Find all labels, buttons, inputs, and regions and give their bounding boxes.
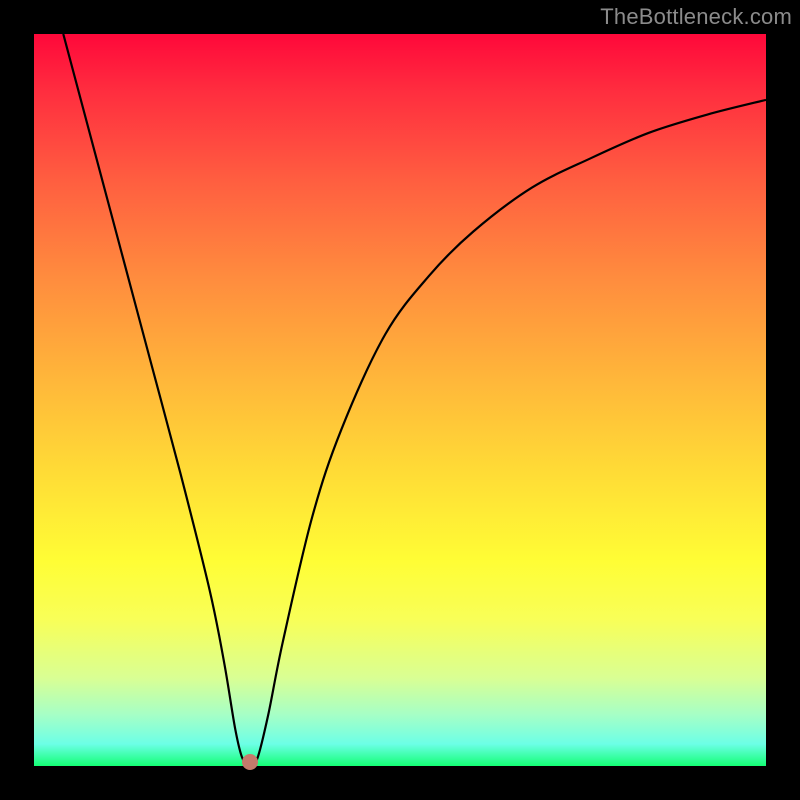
watermark-text: TheBottleneck.com [600, 4, 792, 30]
curve-layer [34, 34, 766, 766]
marker-dot [242, 754, 258, 770]
plot-area [34, 34, 766, 766]
chart-frame: TheBottleneck.com [0, 0, 800, 800]
bottleneck-curve [63, 34, 766, 763]
